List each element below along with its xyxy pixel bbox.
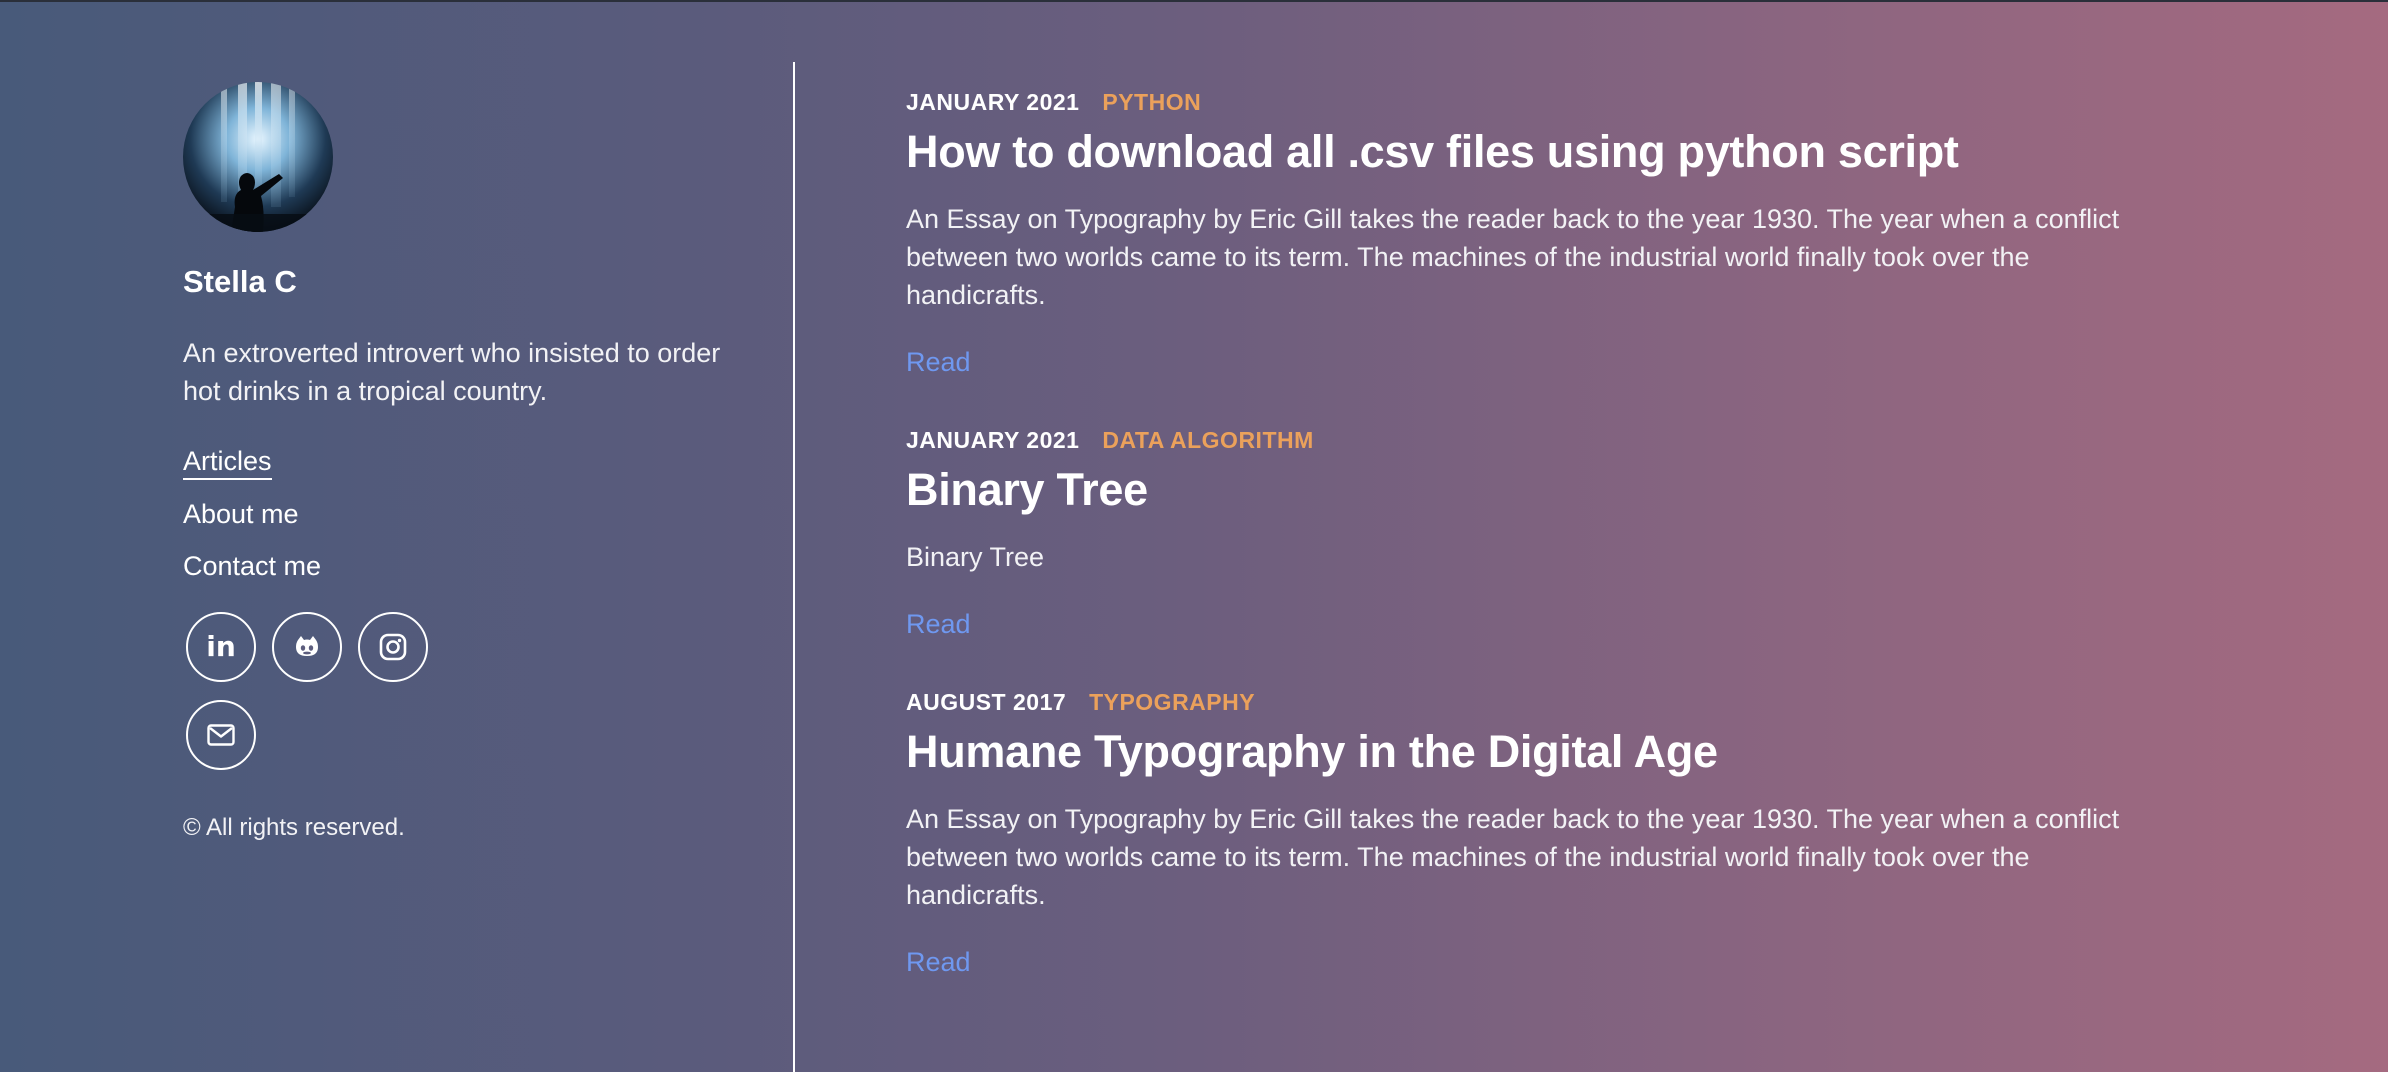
nav-item-about-me[interactable]: About me [183, 496, 299, 532]
mail-icon [207, 724, 235, 746]
nav-item-articles[interactable]: Articles [183, 444, 272, 480]
article-category[interactable]: DATA ALGORITHM [1102, 427, 1313, 453]
sidebar: Stella C An extroverted introvert who in… [183, 82, 743, 844]
github-button[interactable] [272, 612, 342, 682]
nav-item-contact-me[interactable]: Contact me [183, 548, 321, 584]
instagram-button[interactable] [358, 612, 428, 682]
article-item: JANUARY 2021 DATA ALGORITHM Binary Tree … [906, 424, 2186, 642]
instagram-icon [379, 633, 407, 661]
window-top-edge [0, 0, 2388, 2]
vertical-divider [793, 62, 795, 1072]
article-date: JANUARY 2021 [906, 427, 1080, 453]
article-title[interactable]: Binary Tree [906, 462, 2186, 518]
article-date: JANUARY 2021 [906, 89, 1080, 115]
read-link[interactable]: Read [906, 606, 971, 642]
article-excerpt: An Essay on Typography by Eric Gill take… [906, 804, 2120, 910]
article-title[interactable]: Humane Typography in the Digital Age [906, 724, 2186, 780]
article-title[interactable]: How to download all .csv files using pyt… [906, 124, 2186, 180]
article-item: AUGUST 2017 TYPOGRAPHY Humane Typography… [906, 686, 2186, 980]
articles-list: JANUARY 2021 PYTHON How to download all … [906, 86, 2186, 1024]
article-meta: JANUARY 2021 DATA ALGORITHM [906, 424, 2186, 456]
mail-button[interactable] [186, 700, 256, 770]
article-date: AUGUST 2017 [906, 689, 1067, 715]
github-icon [296, 636, 318, 656]
article-item: JANUARY 2021 PYTHON How to download all … [906, 86, 2186, 380]
profile-name: Stella C [183, 264, 297, 299]
article-meta: JANUARY 2021 PYTHON [906, 86, 2186, 118]
sidebar-nav: Articles About me Contact me [183, 444, 743, 584]
copyright-text: © All rights reserved. [183, 814, 405, 841]
article-excerpt: An Essay on Typography by Eric Gill take… [906, 204, 2120, 310]
read-link[interactable]: Read [906, 344, 971, 380]
avatar[interactable] [183, 82, 333, 232]
article-meta: AUGUST 2017 TYPOGRAPHY [906, 686, 2186, 718]
linkedin-button[interactable]: in [186, 612, 256, 682]
profile-bio: An extroverted introvert who insisted to… [183, 338, 721, 406]
article-category[interactable]: PYTHON [1102, 89, 1201, 115]
social-links: in [183, 612, 466, 770]
article-category[interactable]: TYPOGRAPHY [1089, 689, 1255, 715]
linkedin-icon: in [206, 630, 236, 663]
avatar-image [183, 82, 333, 232]
read-link[interactable]: Read [906, 944, 971, 980]
article-excerpt: Binary Tree [906, 542, 1045, 572]
